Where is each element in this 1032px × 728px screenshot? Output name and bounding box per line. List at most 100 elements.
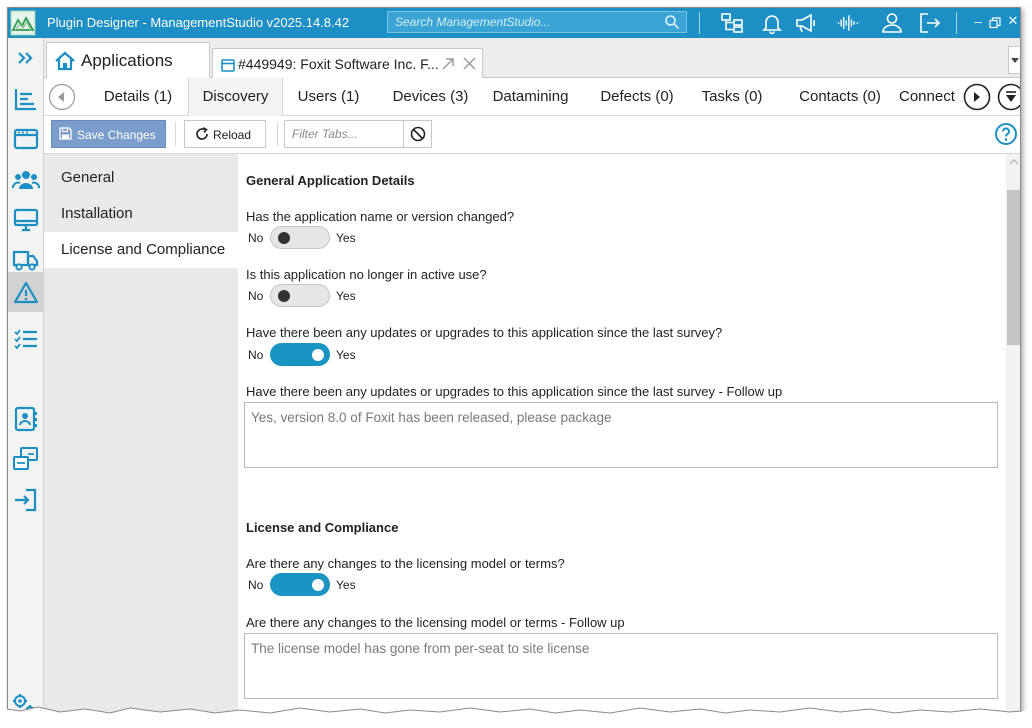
tab-users[interactable]: Users (1)	[287, 78, 370, 115]
toggle-name-version-changed[interactable]	[270, 226, 330, 249]
clear-filter-icon	[410, 126, 426, 142]
q-updates-since-survey: Have there been any updates or upgrades …	[246, 325, 723, 340]
updates-follow-up-textarea[interactable]: Yes, version 8.0 of Foxit has been relea…	[244, 402, 998, 468]
scroll-tabs-right-icon[interactable]	[963, 83, 991, 111]
toggle-knob	[278, 290, 290, 302]
tab-connect[interactable]: Connect	[899, 78, 961, 115]
caret-down-icon	[1011, 58, 1019, 63]
discovery-form: General Application Details Has the appl…	[238, 154, 1006, 716]
action-toolbar: Save Changes Reload	[44, 116, 1020, 154]
toggle-no-longer-active[interactable]	[270, 284, 330, 307]
section-general[interactable]: General	[44, 160, 238, 196]
close-tab-icon[interactable]	[463, 57, 476, 70]
toolbar-divider	[277, 122, 278, 146]
restore-button[interactable]	[989, 17, 1001, 29]
devices-monitor-icon[interactable]	[12, 206, 40, 234]
titlebar-separator	[699, 12, 700, 34]
scrollbar-thumb[interactable]	[1007, 190, 1020, 345]
toggle-no-label: No	[248, 231, 264, 245]
tab-defects[interactable]: Defects (0)	[592, 78, 682, 115]
section-installation[interactable]: Installation	[44, 196, 238, 232]
general-details-heading: General Application Details	[246, 173, 415, 188]
save-changes-button[interactable]: Save Changes	[51, 120, 166, 148]
app-title: Plugin Designer - ManagementStudio v2025…	[47, 15, 350, 30]
torn-edge-decoration	[0, 706, 1032, 728]
tab-devices[interactable]: Devices (3)	[380, 78, 481, 115]
delivery-truck-icon[interactable]	[12, 246, 40, 274]
import-icon[interactable]	[12, 486, 40, 514]
tab-tasks[interactable]: Tasks (0)	[694, 78, 770, 115]
checklist-icon[interactable]	[12, 325, 40, 353]
contacts-book-icon[interactable]	[12, 405, 40, 433]
voice-icon[interactable]	[836, 12, 860, 34]
toggle-yes-label: Yes	[336, 289, 356, 303]
scroll-up-arrow-icon[interactable]	[1010, 158, 1018, 166]
tab-list-dropdown[interactable]	[1008, 46, 1020, 74]
tab-details[interactable]: Details (1)	[86, 78, 190, 115]
toolbar-divider	[175, 122, 176, 146]
expand-nav-icon[interactable]	[12, 44, 40, 72]
form-scrollbar[interactable]	[1006, 154, 1020, 716]
scroll-tabs-left-icon[interactable]	[48, 83, 76, 111]
toggle-no-label: No	[248, 289, 264, 303]
title-bar: Plugin Designer - ManagementStudio v2025…	[8, 8, 1020, 38]
tab-applications[interactable]: Applications	[46, 42, 210, 78]
home-icon	[55, 51, 75, 71]
app-logo-icon	[10, 10, 36, 36]
org-chart-icon[interactable]	[720, 12, 744, 34]
toggle-knob	[312, 579, 324, 591]
tab-discovery[interactable]: Discovery	[188, 78, 283, 116]
app-window: Plugin Designer - ManagementStudio v2025…	[7, 7, 1021, 717]
titlebar-separator	[956, 12, 957, 34]
application-window-icon	[221, 59, 235, 72]
minimize-button[interactable]: ‒	[971, 14, 985, 29]
toggle-licensing-changes[interactable]	[270, 573, 330, 596]
licensing-follow-up-textarea[interactable]: The license model has gone from per-seat…	[244, 633, 998, 699]
help-icon[interactable]	[994, 122, 1018, 146]
global-search[interactable]	[387, 11, 687, 33]
close-window-button[interactable]: ✕	[1006, 13, 1020, 29]
toggle-updates-since-survey[interactable]	[270, 343, 330, 366]
applications-window-icon[interactable]	[12, 125, 40, 153]
tab-applications-label: Applications	[81, 51, 173, 70]
filter-tabs	[284, 120, 432, 148]
document-tab-bar: Applications #449949: Foxit Software Inc…	[44, 38, 1020, 78]
user-icon[interactable]	[880, 12, 904, 34]
tab-overflow-menu-icon[interactable]	[997, 83, 1021, 111]
megaphone-icon[interactable]	[794, 12, 818, 34]
list-chart-icon[interactable]	[12, 85, 40, 113]
q-updates-follow-up-label: Have there been any updates or upgrades …	[246, 384, 783, 399]
pop-out-icon[interactable]	[441, 57, 455, 71]
section-nav: General Installation License and Complia…	[44, 154, 238, 716]
license-compliance-heading: License and Compliance	[246, 520, 399, 535]
users-group-icon[interactable]	[12, 166, 40, 194]
toggle-yes-label: Yes	[336, 348, 356, 362]
q-no-longer-active: Is this application no longer in active …	[246, 267, 487, 282]
reload-button[interactable]: Reload	[184, 120, 266, 148]
search-icon[interactable]	[664, 14, 680, 30]
q-licensing-changes: Are there any changes to the licensing m…	[246, 556, 565, 571]
left-nav	[8, 38, 44, 716]
reload-icon	[196, 127, 208, 140]
search-input[interactable]	[388, 12, 658, 32]
tab-datamining[interactable]: Datamining	[484, 78, 577, 115]
section-license-compliance[interactable]: License and Compliance	[44, 232, 238, 268]
warning-triangle-icon[interactable]	[12, 279, 40, 307]
q-licensing-follow-up-label: Are there any changes to the licensing m…	[246, 615, 625, 630]
filter-tabs-input[interactable]	[285, 121, 403, 147]
logout-icon[interactable]	[918, 12, 942, 34]
save-changes-label: Save Changes	[77, 128, 156, 142]
transfer-devices-icon[interactable]	[12, 445, 40, 473]
q-name-version-changed: Has the application name or version chan…	[246, 209, 515, 224]
toggle-no-label: No	[248, 348, 264, 362]
toggle-yes-label: Yes	[336, 578, 356, 592]
toggle-no-label: No	[248, 578, 264, 592]
reload-label: Reload	[213, 128, 252, 142]
bell-icon[interactable]	[760, 12, 784, 34]
tab-contacts[interactable]: Contacts (0)	[788, 78, 892, 115]
tab-record[interactable]: #449949: Foxit Software Inc. F...	[212, 48, 483, 78]
save-disk-icon	[59, 127, 72, 140]
toggle-knob	[278, 232, 290, 244]
clear-filter-button[interactable]	[403, 121, 431, 147]
record-sub-tabs: Details (1) Discovery Users (1) Devices …	[44, 78, 1021, 116]
